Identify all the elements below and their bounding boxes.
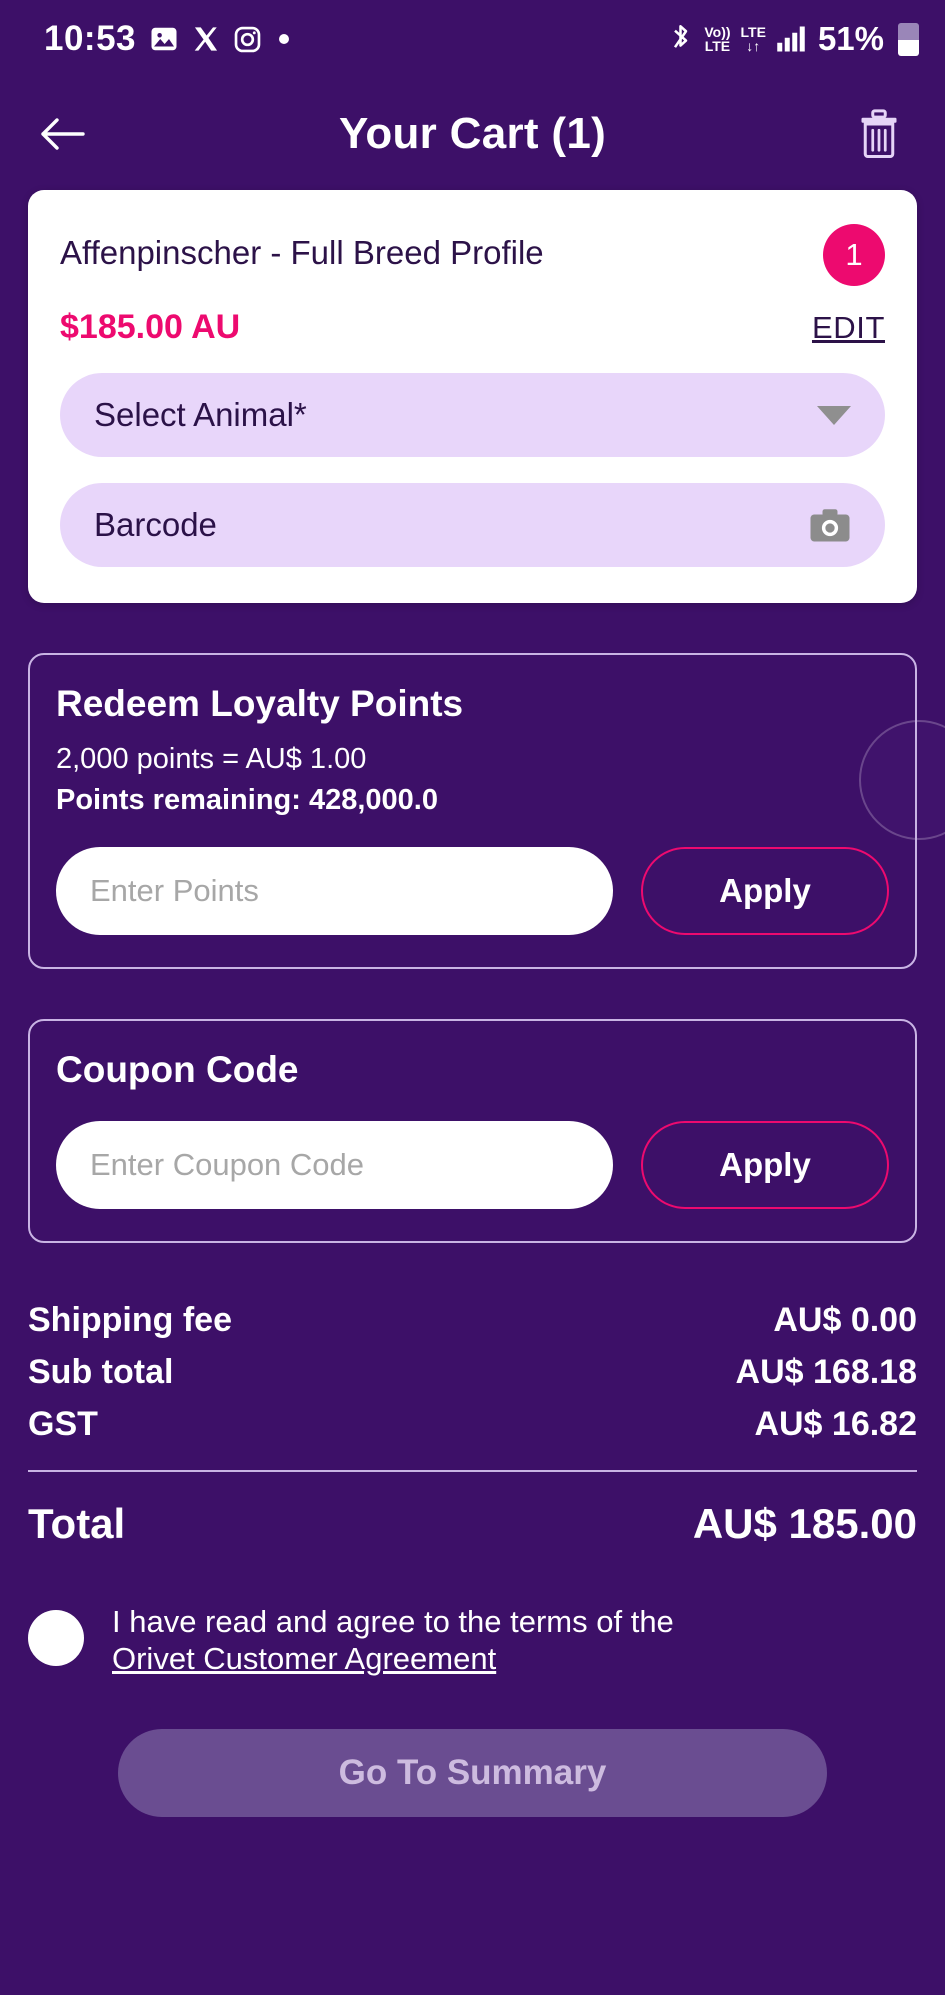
- battery-icon: [898, 22, 919, 56]
- gallery-icon: [149, 24, 179, 54]
- cart-screen: 10:53 Vo)) LTE LTE ↓↑ 51% Your Cart (1) …: [0, 0, 945, 1995]
- shipping-fee-value: AU$ 0.00: [773, 1301, 917, 1339]
- signal-bars-icon: [776, 25, 806, 53]
- apply-coupon-button[interactable]: Apply: [641, 1121, 889, 1209]
- back-button[interactable]: [30, 102, 94, 166]
- chevron-down-icon: [817, 405, 851, 425]
- gst-value: AU$ 16.82: [754, 1405, 917, 1443]
- loyalty-title: Redeem Loyalty Points: [56, 683, 464, 724]
- camera-icon[interactable]: [809, 507, 851, 543]
- battery-percent: 51%: [817, 20, 884, 57]
- loyalty-remaining: Points remaining: 428,000.0: [56, 784, 438, 816]
- total-row: Sub total AU$ 168.18: [28, 1353, 917, 1392]
- status-time: 10:53: [44, 19, 137, 58]
- barcode-label: Barcode: [94, 506, 217, 543]
- terms-agreement: I have read and agree to the terms of th…: [28, 1604, 917, 1677]
- totals-section: Shipping fee AU$ 0.00 Sub total AU$ 168.…: [28, 1301, 917, 1548]
- bluetooth-icon: [667, 23, 694, 56]
- barcode-field[interactable]: Barcode: [60, 483, 885, 567]
- lte-data-icon: LTE ↓↑: [740, 24, 766, 54]
- grand-total-value: AU$ 185.00: [692, 1500, 917, 1547]
- dot-icon: [279, 34, 290, 44]
- cart-content: Affenpinscher - Full Breed Profile 1 $18…: [0, 190, 945, 1818]
- grand-total-row: Total AU$ 185.00: [28, 1500, 917, 1548]
- product-price: $185.00 AU: [60, 308, 241, 346]
- coupon-input[interactable]: [56, 1121, 613, 1209]
- total-row: GST AU$ 16.82: [28, 1405, 917, 1444]
- x-logo-icon: [192, 25, 220, 53]
- sub-total-value: AU$ 168.18: [735, 1353, 917, 1391]
- terms-text-block: I have read and agree to the terms of th…: [112, 1604, 674, 1677]
- instagram-icon: [233, 25, 262, 54]
- customer-agreement-link[interactable]: Orivet Customer Agreement: [112, 1641, 496, 1676]
- points-input[interactable]: [56, 847, 613, 935]
- select-animal-label: Select Animal*: [94, 396, 307, 433]
- terms-checkbox[interactable]: [28, 1610, 84, 1666]
- grand-total-label: Total: [28, 1500, 126, 1547]
- status-bar-left: 10:53: [44, 19, 290, 59]
- app-bar: Your Cart (1): [0, 78, 945, 190]
- shipping-fee-label: Shipping fee: [28, 1301, 232, 1339]
- quantity-badge: 1: [823, 224, 885, 286]
- loyalty-input-row: Apply: [56, 847, 889, 935]
- apply-points-button[interactable]: Apply: [641, 847, 889, 935]
- cart-item-card: Affenpinscher - Full Breed Profile 1 $18…: [28, 190, 917, 603]
- gst-label: GST: [28, 1405, 98, 1443]
- terms-text: I have read and agree to the terms of th…: [112, 1604, 674, 1639]
- status-bar: 10:53 Vo)) LTE LTE ↓↑ 51%: [0, 0, 945, 78]
- coupon-title: Coupon Code: [56, 1049, 299, 1090]
- coupon-input-row: Apply: [56, 1121, 889, 1209]
- edit-item-link[interactable]: EDIT: [812, 310, 885, 346]
- loyalty-points-panel: Redeem Loyalty Points 2,000 points = AU$…: [28, 653, 917, 969]
- trash-icon[interactable]: [847, 102, 911, 166]
- product-name: Affenpinscher - Full Breed Profile: [60, 234, 544, 271]
- product-price-row: $185.00 AU EDIT: [60, 308, 885, 347]
- totals-divider: [28, 1470, 917, 1472]
- go-to-summary-button[interactable]: Go To Summary: [118, 1729, 827, 1818]
- total-row: Shipping fee AU$ 0.00: [28, 1301, 917, 1340]
- sub-total-label: Sub total: [28, 1353, 174, 1391]
- select-animal-dropdown[interactable]: Select Animal*: [60, 373, 885, 457]
- coupon-code-panel: Coupon Code Apply: [28, 1019, 917, 1243]
- page-title: Your Cart (1): [338, 109, 607, 158]
- product-header-row: Affenpinscher - Full Breed Profile 1: [60, 224, 885, 286]
- loyalty-rate: 2,000 points = AU$ 1.00: [56, 743, 367, 775]
- status-bar-right: Vo)) LTE LTE ↓↑ 51%: [667, 20, 919, 58]
- volte-icon: Vo)) LTE: [704, 24, 731, 54]
- cta-container: Go To Summary: [28, 1729, 917, 1818]
